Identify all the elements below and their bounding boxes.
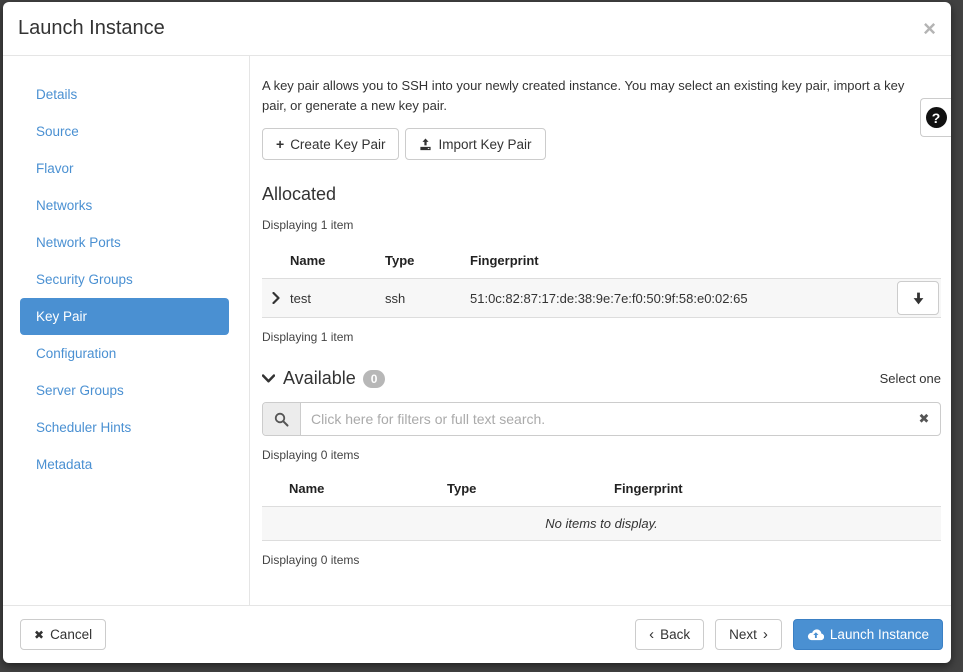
select-hint: Select one	[880, 371, 941, 386]
keypair-name-cell: test	[290, 291, 385, 306]
allocated-table: Name Type Fingerprint test ssh	[262, 244, 941, 318]
chevron-right-icon	[272, 292, 280, 304]
sidebar-item-server-groups[interactable]: Server Groups	[20, 372, 229, 409]
column-header-type: Type	[385, 253, 470, 268]
allocated-count-top: Displaying 1 item	[262, 218, 941, 232]
keypair-type-cell: ssh	[385, 291, 470, 306]
column-header-fingerprint: Fingerprint	[470, 253, 889, 268]
plus-icon: +	[276, 136, 284, 152]
upload-icon	[419, 138, 432, 151]
key-pair-step: A key pair allows you to SSH into your n…	[250, 56, 951, 605]
sidebar-item-networks[interactable]: Networks	[20, 187, 229, 224]
chevron-right-icon: ›	[763, 627, 768, 642]
create-key-pair-button[interactable]: + Create Key Pair	[262, 128, 399, 160]
clear-search-icon[interactable]: ✖	[908, 403, 940, 435]
cancel-x-icon: ✖	[34, 628, 44, 642]
sidebar-item-scheduler-hints[interactable]: Scheduler Hints	[20, 409, 229, 446]
sidebar-item-metadata[interactable]: Metadata	[20, 446, 229, 483]
deallocate-button[interactable]	[897, 281, 939, 315]
chevron-left-icon: ‹	[649, 627, 654, 642]
close-icon[interactable]: ×	[923, 18, 936, 40]
chevron-down-icon[interactable]	[262, 374, 275, 383]
available-count-badge: 0	[363, 370, 386, 388]
column-header-type: Type	[447, 481, 614, 496]
cancel-button[interactable]: ✖ Cancel	[20, 619, 106, 650]
sidebar-item-source[interactable]: Source	[20, 113, 229, 150]
help-button[interactable]: ?	[920, 98, 951, 137]
sidebar-item-key-pair[interactable]: Key Pair	[20, 298, 229, 335]
launch-instance-button[interactable]: Launch Instance	[793, 619, 943, 650]
search-addon	[263, 403, 301, 435]
allocated-table-header: Name Type Fingerprint	[262, 244, 941, 278]
available-count-bottom: Displaying 0 items	[262, 553, 941, 567]
available-table-header: Name Type Fingerprint	[262, 472, 941, 506]
sidebar-item-network-ports[interactable]: Network Ports	[20, 224, 229, 261]
help-icon: ?	[926, 107, 947, 128]
modal-body: ? Details Source Flavor Networks Network…	[3, 56, 951, 605]
import-key-pair-button[interactable]: Import Key Pair	[405, 128, 545, 160]
modal-header: Launch Instance ×	[3, 2, 951, 56]
keypair-fingerprint-cell: 51:0c:82:87:17:de:38:9e:7e:f0:50:9f:58:e…	[470, 291, 889, 306]
next-button[interactable]: Next ›	[715, 619, 782, 650]
create-key-pair-label: Create Key Pair	[290, 137, 385, 152]
expand-row-toggle[interactable]	[262, 292, 290, 304]
available-table: Name Type Fingerprint No items to displa…	[262, 472, 941, 541]
launch-instance-modal: Launch Instance × ? Details Source Flavo…	[3, 2, 951, 663]
empty-table-message: No items to display.	[262, 506, 941, 541]
search-icon	[274, 412, 289, 427]
sidebar-item-configuration[interactable]: Configuration	[20, 335, 229, 372]
back-label: Back	[660, 627, 690, 642]
allocated-count-bottom: Displaying 1 item	[262, 330, 941, 344]
allocated-heading: Allocated	[262, 184, 941, 205]
back-button[interactable]: ‹ Back	[635, 619, 704, 650]
cancel-label: Cancel	[50, 627, 92, 642]
column-header-name: Name	[262, 481, 447, 496]
launch-instance-label: Launch Instance	[830, 627, 929, 642]
sidebar-item-flavor[interactable]: Flavor	[20, 150, 229, 187]
sidebar-item-details[interactable]: Details	[20, 76, 229, 113]
search-input[interactable]	[301, 403, 908, 435]
next-label: Next	[729, 627, 757, 642]
keypair-actions: + Create Key Pair Import Key Pair	[262, 128, 941, 160]
sidebar-item-security-groups[interactable]: Security Groups	[20, 261, 229, 298]
available-heading: Available	[283, 368, 356, 389]
keypair-description: A key pair allows you to SSH into your n…	[262, 76, 932, 116]
column-header-fingerprint: Fingerprint	[614, 481, 941, 496]
column-header-name: Name	[290, 253, 385, 268]
available-section-header: Available 0 Select one	[262, 368, 941, 389]
filter-search-bar: ✖	[262, 402, 941, 436]
wizard-sidebar: Details Source Flavor Networks Network P…	[3, 56, 250, 605]
import-key-pair-label: Import Key Pair	[438, 137, 531, 152]
table-row: test ssh 51:0c:82:87:17:de:38:9e:7e:f0:5…	[262, 278, 941, 318]
modal-footer: ✖ Cancel ‹ Back Next › Launch Instance	[3, 605, 951, 663]
arrow-down-icon	[912, 292, 925, 305]
available-count-top: Displaying 0 items	[262, 448, 941, 462]
page-title: Launch Instance	[18, 17, 165, 40]
cloud-upload-icon	[807, 628, 824, 641]
